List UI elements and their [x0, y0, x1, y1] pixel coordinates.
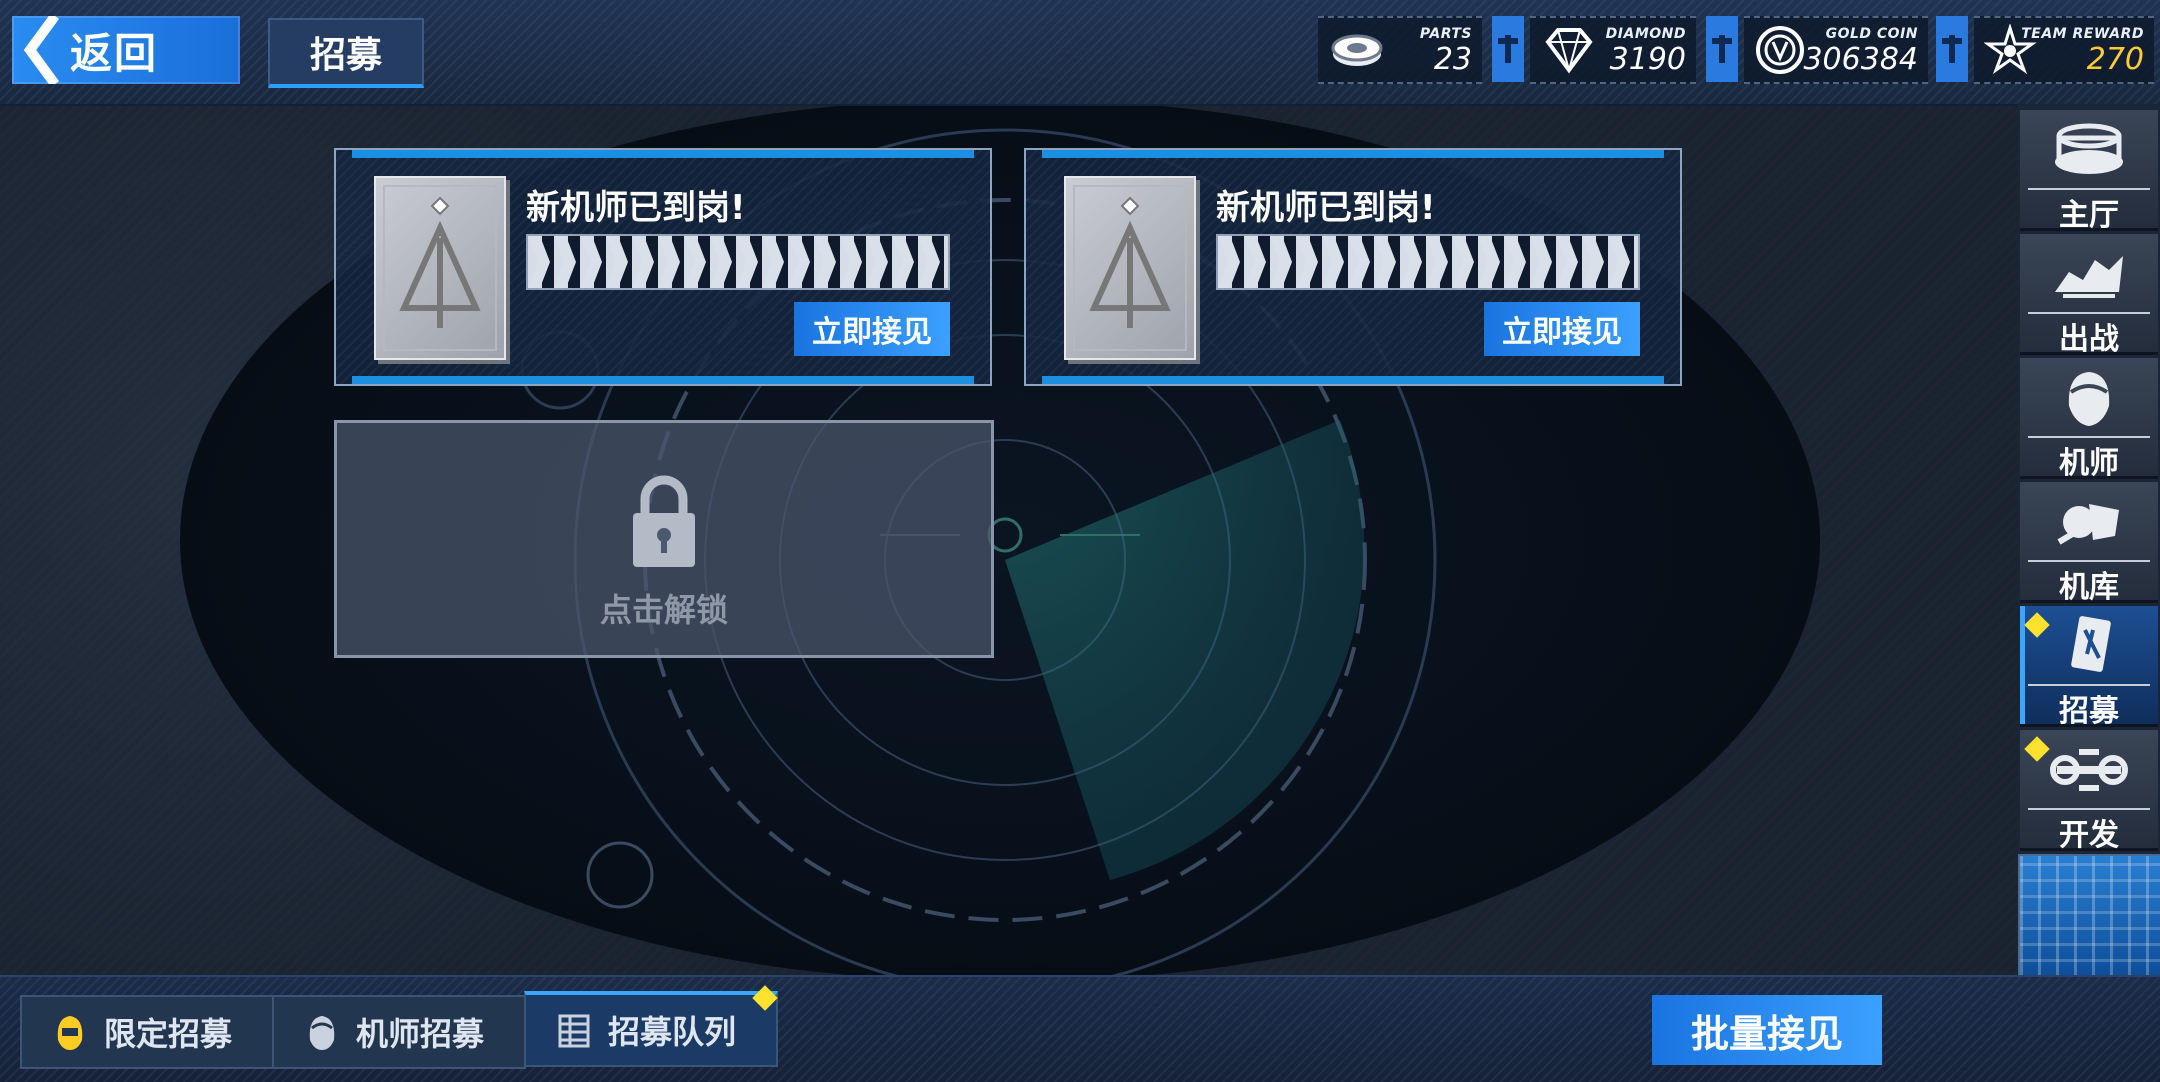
recruit-icon — [2071, 616, 2111, 672]
lock-icon — [633, 475, 695, 567]
diamond-name: DIAMOND — [1605, 26, 1686, 42]
card-title: 新机师已到岗! — [1216, 188, 1436, 228]
diamond-value: 3190 — [1609, 42, 1686, 77]
tab-label: 限定招募 — [104, 1015, 233, 1053]
page-title: 招募 — [268, 18, 424, 88]
parts-name: PARTS — [1419, 26, 1472, 42]
unlock-label: 点击解锁 — [599, 591, 728, 629]
add-gold-button[interactable] — [1936, 16, 1968, 82]
add-parts-button[interactable] — [1492, 16, 1524, 82]
nav-item-hangar[interactable]: 机库 — [2020, 482, 2158, 605]
progress-bar — [1216, 234, 1640, 290]
badge-indicator — [2024, 736, 2050, 762]
nav-label: 招募 — [2059, 694, 2119, 729]
resource-team-reward: TEAM REWARD 270 — [1974, 16, 2154, 84]
nav-item-recruit[interactable]: 招募 — [2020, 606, 2158, 729]
parts-value: 23 — [1433, 42, 1472, 77]
pilot-file-icon — [1064, 176, 1196, 360]
locked-slot[interactable]: 点击解锁 — [334, 420, 994, 658]
recruit-card-1: 新机师已到岗! 立即接见 — [334, 148, 992, 386]
resource-diamond: DIAMOND 3190 — [1530, 16, 1696, 84]
nav-item-develop[interactable]: 开发 — [2020, 730, 2158, 853]
nav-item-hall[interactable]: 主厅 — [2020, 110, 2158, 233]
meet-now-button[interactable]: 立即接见 — [794, 302, 950, 356]
nav-item-sortie[interactable]: 出战 — [2020, 234, 2158, 357]
batch-meet-button[interactable]: 批量接见 — [1652, 995, 1882, 1065]
pilot-recruit-icon — [309, 1016, 335, 1050]
tab-pilot-recruit[interactable]: 机师招募 — [272, 995, 526, 1069]
badge-indicator — [2024, 612, 2050, 638]
progress-bar — [526, 234, 950, 290]
hall-icon — [2055, 123, 2123, 174]
resource-gold-coin: GOLD COIN 306384 — [1744, 16, 1928, 84]
parts-icon — [1331, 34, 1383, 66]
tab-label: 招募队列 — [608, 1013, 737, 1051]
tab-recruit-queue[interactable]: 招募队列 — [524, 985, 778, 1067]
pilot-file-icon — [374, 176, 506, 360]
back-button[interactable]: 返回 — [12, 16, 240, 84]
card-title: 新机师已到岗! — [526, 188, 746, 228]
meet-now-button[interactable]: 立即接见 — [1484, 302, 1640, 356]
recruit-card-2: 新机师已到岗! 立即接见 — [1024, 148, 1682, 386]
sortie-icon — [2055, 256, 2123, 298]
nav-label: 机师 — [2059, 446, 2119, 481]
develop-icon — [2050, 749, 2128, 791]
gold-coin-name: GOLD COIN — [1825, 26, 1918, 42]
nav-label: 主厅 — [2059, 198, 2119, 233]
back-label: 返回 — [70, 28, 159, 78]
resource-parts: PARTS 23 — [1318, 16, 1482, 84]
team-reward-name: TEAM REWARD — [2021, 26, 2144, 42]
nav-label: 机库 — [2059, 570, 2119, 605]
hangar-icon — [2057, 504, 2119, 545]
nav-label: 出战 — [2059, 322, 2119, 357]
tab-limited-recruit[interactable]: 限定招募 — [20, 995, 274, 1069]
queue-icon — [558, 1014, 590, 1048]
radar-rings — [520, 128, 1437, 975]
add-diamond-button[interactable] — [1706, 16, 1738, 82]
team-reward-value: 270 — [2086, 42, 2144, 77]
nav-item-pilot[interactable]: 机师 — [2020, 358, 2158, 481]
limited-recruit-icon — [57, 1016, 83, 1050]
gold-coin-value: 306384 — [1803, 42, 1918, 77]
tab-label: 机师招募 — [356, 1015, 485, 1053]
minimap-thumbnail[interactable] — [2018, 854, 2160, 980]
pilot-icon — [2068, 372, 2110, 426]
nav-label: 开发 — [2059, 818, 2119, 853]
chevron-left-icon — [23, 16, 59, 84]
diamond-icon — [1545, 28, 1593, 74]
